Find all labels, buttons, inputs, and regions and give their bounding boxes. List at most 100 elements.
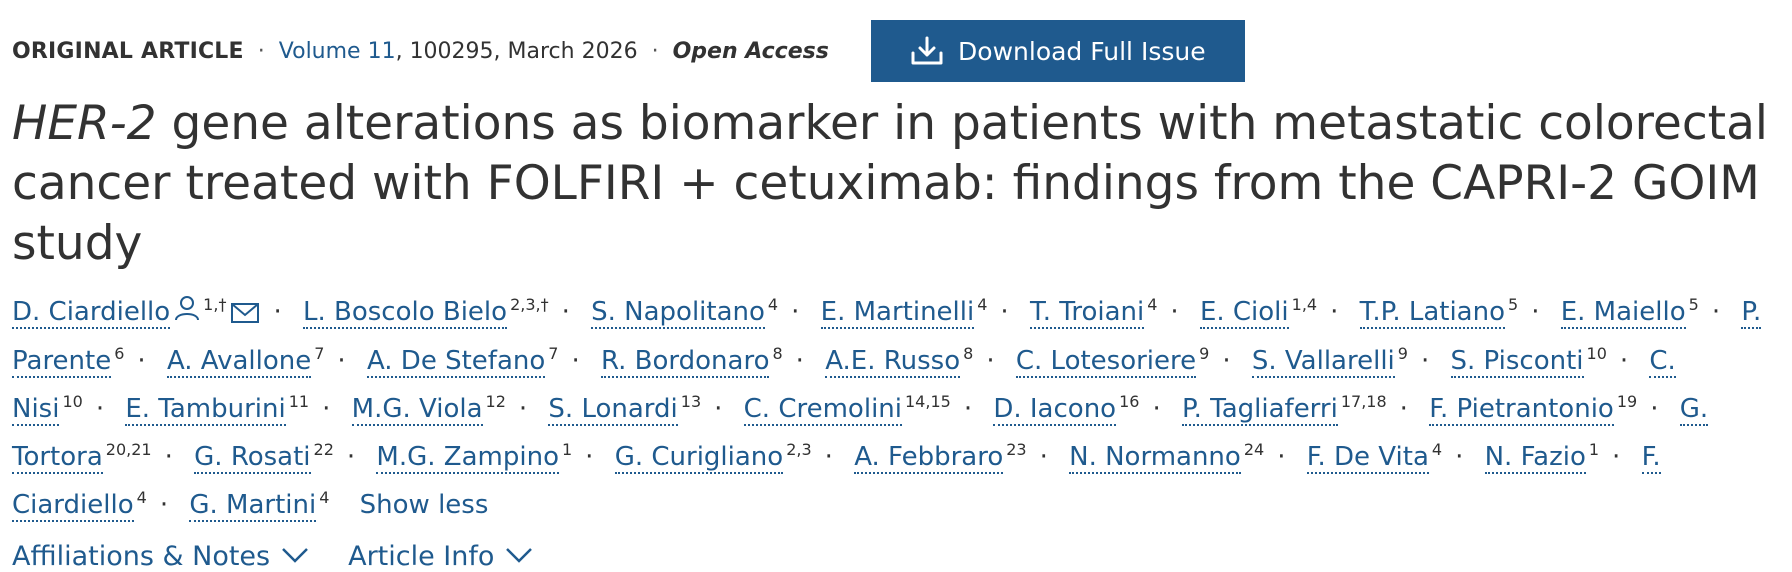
author-name-link[interactable]: T.P. Latiano [1359, 297, 1505, 329]
author-affiliation-markers: 4 [319, 487, 330, 507]
author-name-link[interactable]: E. Cioli [1199, 297, 1289, 329]
author-name-link[interactable]: R. Bordonaro [600, 345, 770, 378]
author-name-link[interactable]: D. Ciardiello [12, 297, 171, 329]
author-affiliation-markers: 8 [963, 343, 974, 363]
author-separator: · [1455, 441, 1464, 472]
author-separator: · [273, 297, 282, 327]
author-affiliation-markers: 5 [1508, 295, 1519, 314]
author-name-link[interactable]: A.E. Russo [825, 345, 961, 378]
author-entry: F. De Vita 4 · [1306, 439, 1477, 474]
volume-link[interactable]: Volume 11 [279, 39, 396, 64]
author-name-link[interactable]: E. Maiello [1560, 297, 1686, 329]
author-entry: E. Tamburini 11 · [125, 393, 343, 426]
article-header: ORIGINAL ARTICLE · Volume 11, 100295, Ma… [0, 0, 1792, 572]
author-name-link[interactable]: P. Tagliaferri [1181, 393, 1338, 426]
author-affiliation-markers: 9 [1397, 343, 1408, 363]
affiliations-notes-toggle[interactable]: Affiliations & Notes [12, 541, 310, 572]
author-separator: · [585, 441, 594, 472]
author-name-link[interactable]: N. Fazio [1484, 441, 1586, 474]
article-type: ORIGINAL ARTICLE [12, 38, 244, 64]
author-affiliation-markers: 8 [772, 343, 783, 363]
author-entry: S. Pisconti 10 · [1450, 345, 1642, 378]
author-separator: · [137, 345, 146, 376]
author-separator: · [1612, 441, 1621, 472]
author-separator: · [1170, 297, 1179, 327]
author-entry: G. Curigliano 2,3 · [614, 439, 846, 474]
author-affiliation-markers: 13 [680, 391, 702, 411]
author-name-link[interactable]: C. Cremolini [743, 393, 902, 426]
author-affiliation-markers: 2,3 [786, 439, 812, 459]
author-separator: · [791, 297, 800, 327]
author-name-link[interactable]: C. Lotesoriere [1015, 345, 1197, 378]
author-affiliation-markers: 12 [485, 391, 506, 411]
author-separator: · [1420, 345, 1430, 376]
author-name-link[interactable]: A. Avallone [166, 345, 312, 378]
author-separator: · [963, 393, 973, 424]
author-affiliation-markers: 24 [1243, 439, 1265, 459]
author-entry: D. Ciardiello 1,† · [12, 295, 295, 329]
author-name-link[interactable]: L. Boscolo Bielo [302, 297, 508, 329]
author-affiliation-markers: 1,† [203, 295, 227, 314]
author-icons [174, 289, 200, 337]
author-separator: · [1619, 345, 1629, 376]
author-list: D. Ciardiello 1,† · L. Boscolo Bielo 2,3,† ·… [12, 288, 1772, 529]
author-affiliation-markers: 20,21 [105, 439, 152, 459]
author-affiliation-markers: 2,3,† [510, 295, 549, 314]
author-name-link[interactable]: E. Tamburini [125, 393, 286, 426]
author-separator: · [561, 297, 570, 327]
author-name-link[interactable]: F. De Vita [1306, 441, 1429, 474]
author-separator: · [1277, 441, 1286, 472]
author-entry: A. De Stefano 7 · [366, 343, 593, 378]
author-entry: P. Tagliaferri 17,18 · [1181, 391, 1421, 426]
author-name-link[interactable]: A. Febbraro [854, 441, 1004, 474]
author-entry: S. Napolitano 4 · [591, 297, 812, 329]
author-separator: · [1039, 441, 1048, 472]
author-entry: S. Lonardi 13 · [548, 391, 735, 426]
article-title: HER-2 gene alterations as biomarker in p… [12, 94, 1787, 274]
download-full-issue-button[interactable]: Download Full Issue [870, 20, 1245, 82]
author-entry: E. Maiello 5 · [1560, 297, 1733, 329]
author-entry: N. Normanno 24 · [1069, 439, 1298, 474]
author-name-link[interactable]: M.G. Viola [351, 393, 483, 426]
show-less-button[interactable]: Show less [360, 490, 489, 520]
article-section-links: Affiliations & Notes Article Info [12, 541, 1792, 572]
author-name-link[interactable]: A. De Stefano [366, 345, 546, 378]
author-name-link[interactable]: M.G. Zampino [376, 441, 559, 474]
download-button-label: Download Full Issue [958, 36, 1206, 66]
author-name-link[interactable]: G. Rosati [194, 441, 311, 474]
envelope-icon[interactable] [230, 301, 260, 325]
author-separator: · [159, 489, 169, 520]
author-separator: · [1650, 393, 1659, 424]
author-name-link[interactable]: G. Martini [189, 489, 317, 522]
download-icon [910, 36, 944, 66]
author-name-link[interactable]: E. Martinelli [820, 297, 975, 329]
meta-separator: · [257, 38, 265, 64]
author-name-link[interactable]: D. Iacono [993, 393, 1117, 426]
author-affiliation-markers: 17,18 [1340, 391, 1387, 411]
author-name-link[interactable]: S. Napolitano [591, 297, 765, 329]
author-affiliation-markers: 7 [548, 343, 559, 363]
author-affiliation-markers: 19 [1616, 391, 1638, 411]
article-meta-row: ORIGINAL ARTICLE · Volume 11, 100295, Ma… [12, 20, 1792, 82]
author-entry: G. Martini 4 [189, 487, 330, 522]
author-name-link[interactable]: G. Curigliano [614, 441, 784, 474]
author-separator: · [95, 393, 105, 424]
author-name-link[interactable]: S. Vallarelli [1251, 345, 1395, 378]
author-entry: D. Iacono 16 · [993, 393, 1173, 426]
author-affiliation-markers: 4 [1431, 439, 1443, 459]
article-info-toggle[interactable]: Article Info [348, 541, 534, 572]
author-entry: C. Lotesoriere 9 · [1015, 345, 1244, 378]
author-separator: · [1152, 393, 1161, 424]
author-name-link[interactable]: S. Lonardi [548, 393, 678, 426]
author-affiliation-markers: 4 [977, 295, 988, 314]
author-name-link[interactable]: S. Pisconti [1450, 345, 1584, 378]
author-name-link[interactable]: N. Normanno [1069, 441, 1241, 474]
author-entry: A. Avallone 7 · [166, 345, 359, 378]
author-affiliation-markers: 23 [1006, 439, 1027, 459]
author-name-link[interactable]: T. Troiani [1029, 297, 1145, 329]
author-name-link[interactable]: F. Pietrantonio [1429, 393, 1614, 426]
author-affiliation-markers: 1,4 [1291, 295, 1318, 314]
person-icon[interactable] [174, 289, 200, 337]
chevron-down-icon [504, 541, 534, 572]
author-entry: R. Bordonaro 8 · [600, 343, 817, 378]
